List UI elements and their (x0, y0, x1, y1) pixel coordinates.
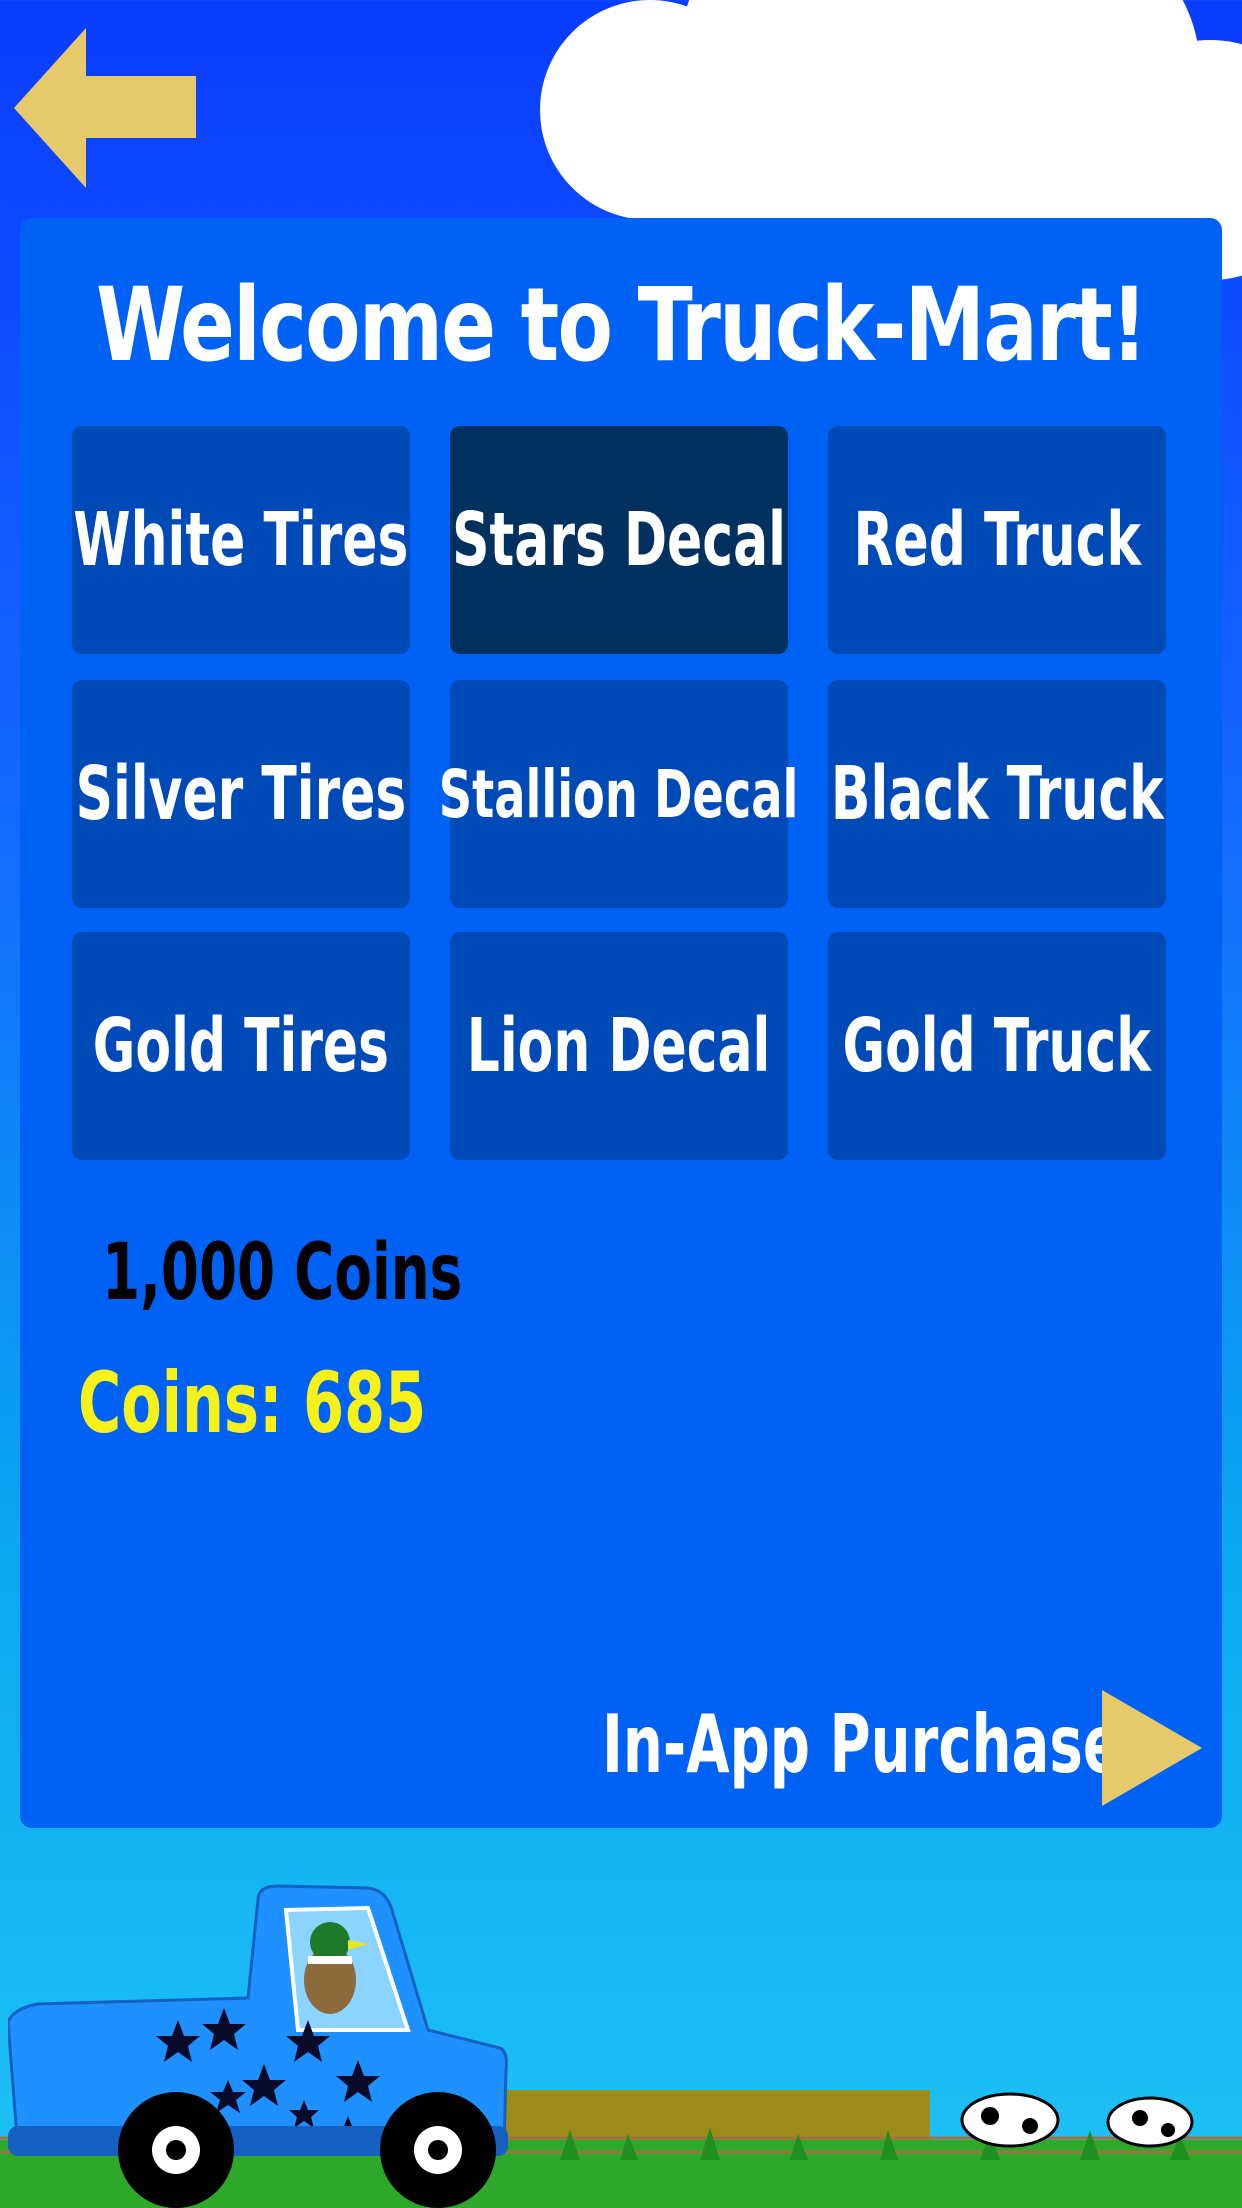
item-lion-decal[interactable]: Lion Decal (450, 932, 788, 1160)
left-arrow-icon (14, 28, 196, 188)
item-gold-truck[interactable]: Gold Truck (828, 932, 1166, 1160)
coin-balance: Coins: 685 (78, 1354, 427, 1452)
item-silver-tires[interactable]: Silver Tires (72, 680, 410, 908)
play-arrow-icon (1102, 1690, 1202, 1806)
item-price: 1,000 Coins (102, 1228, 463, 1318)
item-white-tires[interactable]: White Tires (72, 426, 410, 654)
item-stars-decal[interactable]: Stars Decal (450, 426, 788, 654)
item-gold-tires[interactable]: Gold Tires (72, 932, 410, 1160)
shop-panel: Welcome to Truck-Mart! White Tires Stars… (20, 218, 1222, 1828)
page-title: Welcome to Truck-Mart! (96, 266, 1148, 385)
player-truck (8, 1884, 508, 2208)
back-button[interactable] (14, 28, 200, 188)
item-red-truck[interactable]: Red Truck (828, 426, 1166, 654)
in-app-purchases-button[interactable]: In-App Purchases (580, 1658, 1222, 1818)
item-black-truck[interactable]: Black Truck (828, 680, 1166, 908)
item-stallion-decal[interactable]: Stallion Decal (439, 680, 799, 908)
